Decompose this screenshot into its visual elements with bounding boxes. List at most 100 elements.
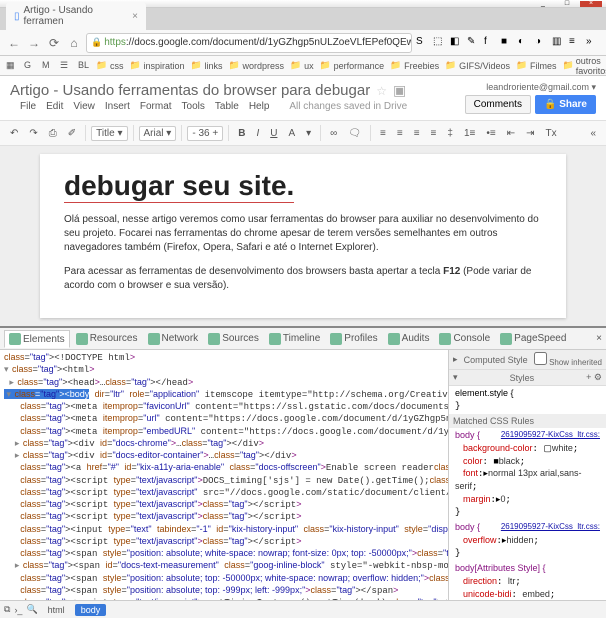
css-rule-2[interactable]: body {2619095927-KixCss_ltr.css: overflo… xyxy=(449,520,606,561)
styles-header[interactable]: ▾ Styles+ ⚙ xyxy=(449,370,606,385)
element-style-rule[interactable]: element.style {} xyxy=(449,386,606,414)
style-select[interactable]: Title ▾ xyxy=(91,126,127,141)
more-icon[interactable]: ▾ xyxy=(302,126,315,141)
bullet-list-button[interactable]: •≡ xyxy=(482,126,499,141)
devtools-tab-audits[interactable]: Audits xyxy=(384,331,434,347)
bookmark-item[interactable]: M xyxy=(42,60,54,72)
style-settings-icon[interactable]: ⚙ xyxy=(594,372,602,382)
bookmark-item[interactable]: 📁wordpress xyxy=(229,60,285,72)
fontsize-select[interactable]: - 36 + xyxy=(187,126,223,141)
numbered-list-button[interactable]: 1≡ xyxy=(460,126,479,141)
undo-button[interactable]: ↶ xyxy=(6,126,22,141)
bookmark-item[interactable]: 📁GIFS/Videos xyxy=(445,60,510,72)
menu-table[interactable]: Table xyxy=(215,101,239,112)
css-rule-1[interactable]: body {2619095927-KixCss_ltr.css: backgro… xyxy=(449,428,606,520)
insert-comment-button[interactable]: 🗨 xyxy=(344,126,365,141)
home-button[interactable]: ⌂ xyxy=(66,35,82,51)
line-spacing-button[interactable]: ‡ xyxy=(443,126,457,141)
link-button[interactable]: ∞ xyxy=(326,126,341,141)
devtools-tab-profiles[interactable]: Profiles xyxy=(326,331,381,347)
extension-icon[interactable]: ◑ xyxy=(535,36,549,50)
menu-edit[interactable]: Edit xyxy=(46,101,63,112)
comments-button[interactable]: Comments xyxy=(465,95,531,114)
devtools-tab-console[interactable]: Console xyxy=(435,331,494,347)
bookmark-item[interactable]: BL xyxy=(78,60,90,72)
elements-dom-tree[interactable]: class="tag"><!DOCTYPE html> ▾class="tag"… xyxy=(0,350,448,600)
bookmark-item[interactable]: 📁outros favoritos xyxy=(562,56,606,76)
devtools-tab-elements[interactable]: Elements xyxy=(4,330,70,348)
add-rule-icon[interactable]: + xyxy=(586,372,591,382)
document-page[interactable]: debugar seu site. Olá pessoal, nesse art… xyxy=(40,154,566,318)
bold-button[interactable]: B xyxy=(234,126,249,141)
align-center-button[interactable]: ≡ xyxy=(393,126,407,141)
bookmark-item[interactable]: 📁links xyxy=(191,60,223,72)
textcolor-button[interactable]: A xyxy=(284,126,299,141)
devtools-tab-pagespeed[interactable]: PageSpeed xyxy=(496,331,570,347)
underline-button[interactable]: U xyxy=(266,126,281,141)
dedent-button[interactable]: ⇤ xyxy=(503,126,519,141)
computed-style-header[interactable]: ▸ Computed Style Show inherited xyxy=(449,350,606,369)
align-justify-button[interactable]: ≡ xyxy=(427,126,441,141)
bookmark-item[interactable]: 📁ux xyxy=(290,60,314,72)
reload-button[interactable]: ⟳ xyxy=(46,35,62,51)
breadcrumb-body[interactable]: body xyxy=(75,604,107,616)
devtools-close-icon[interactable]: × xyxy=(596,333,602,344)
address-bar[interactable]: 🔒 https ://docs.google.com/document/d/1y… xyxy=(86,33,412,53)
window-maximize-button[interactable]: □ xyxy=(556,1,578,7)
extension-icon[interactable]: ◐ xyxy=(518,36,532,50)
devtools-tab-sources[interactable]: Sources xyxy=(204,331,263,347)
bookmark-item[interactable]: ▦ xyxy=(6,60,18,72)
bookmark-item[interactable]: 📁Filmes xyxy=(516,60,557,72)
forward-button[interactable]: → xyxy=(26,35,42,51)
menu-file[interactable]: File xyxy=(20,101,36,112)
menu-format[interactable]: Format xyxy=(140,101,172,112)
extension-icon[interactable]: ≡ xyxy=(569,36,583,50)
redo-button[interactable]: ↷ xyxy=(25,126,41,141)
show-inherited-checkbox[interactable] xyxy=(534,352,547,365)
print-button[interactable]: ⎙ xyxy=(45,126,61,141)
extension-icon[interactable]: S xyxy=(416,36,430,50)
back-button[interactable]: ← xyxy=(6,35,22,51)
align-left-button[interactable]: ≡ xyxy=(376,126,390,141)
extension-icon[interactable]: ▥ xyxy=(552,36,566,50)
menu-insert[interactable]: Insert xyxy=(105,101,130,112)
console-icon[interactable]: ›_ xyxy=(14,605,22,615)
extension-icon[interactable]: ⬚ xyxy=(433,36,447,50)
user-email[interactable]: leandroriente@gmail.com ▾ xyxy=(465,82,596,93)
bookmark-item[interactable]: 📁Freebies xyxy=(390,60,439,72)
inspect-icon[interactable]: ⧉ xyxy=(4,604,10,615)
italic-button[interactable]: I xyxy=(252,126,263,141)
bookmark-item[interactable]: ☰ xyxy=(60,60,72,72)
extension-icon[interactable]: ✎ xyxy=(467,36,481,50)
bookmark-item[interactable]: 📁inspiration xyxy=(130,60,185,72)
breadcrumb-html[interactable]: html xyxy=(42,604,71,616)
window-close-button[interactable]: × xyxy=(580,1,602,7)
devtools-tab-resources[interactable]: Resources xyxy=(72,331,142,347)
extension-icon[interactable]: » xyxy=(586,36,600,50)
paint-format-button[interactable]: ✐ xyxy=(64,126,80,141)
doc-star-icon[interactable]: ☆ xyxy=(376,84,387,98)
extension-icon[interactable]: f xyxy=(484,36,498,50)
menu-tools[interactable]: Tools xyxy=(182,101,205,112)
document-title[interactable]: Artigo - Usando ferramentas do browser p… xyxy=(10,82,370,99)
search-icon[interactable]: 🔍 xyxy=(26,604,37,615)
share-button[interactable]: 🔒 Share xyxy=(535,95,596,114)
devtools-tab-timeline[interactable]: Timeline xyxy=(265,331,324,347)
bookmark-item[interactable]: 📁css xyxy=(96,60,124,72)
devtools-tab-network[interactable]: Network xyxy=(144,331,203,347)
css-rule-3[interactable]: body[Attributes Style] { direction: ltr;… xyxy=(449,561,606,600)
tab-close-icon[interactable]: × xyxy=(132,11,138,22)
collapse-toolbar-button[interactable]: « xyxy=(586,126,600,141)
extension-icon[interactable]: ■ xyxy=(501,36,515,50)
clear-format-button[interactable]: Tx xyxy=(541,126,560,141)
extension-icon[interactable]: ◧ xyxy=(450,36,464,50)
font-select[interactable]: Arial ▾ xyxy=(139,126,177,141)
browser-tab[interactable]: ▯ Artigo - Usando ferramen × xyxy=(6,2,146,30)
align-right-button[interactable]: ≡ xyxy=(410,126,424,141)
bookmark-item[interactable]: 📁performance xyxy=(320,60,385,72)
menu-view[interactable]: View xyxy=(73,101,95,112)
doc-folder-icon[interactable]: ▣ xyxy=(393,82,406,99)
menu-help[interactable]: Help xyxy=(249,101,270,112)
indent-button[interactable]: ⇥ xyxy=(522,126,538,141)
window-minimize-button[interactable]: _ xyxy=(532,1,554,7)
